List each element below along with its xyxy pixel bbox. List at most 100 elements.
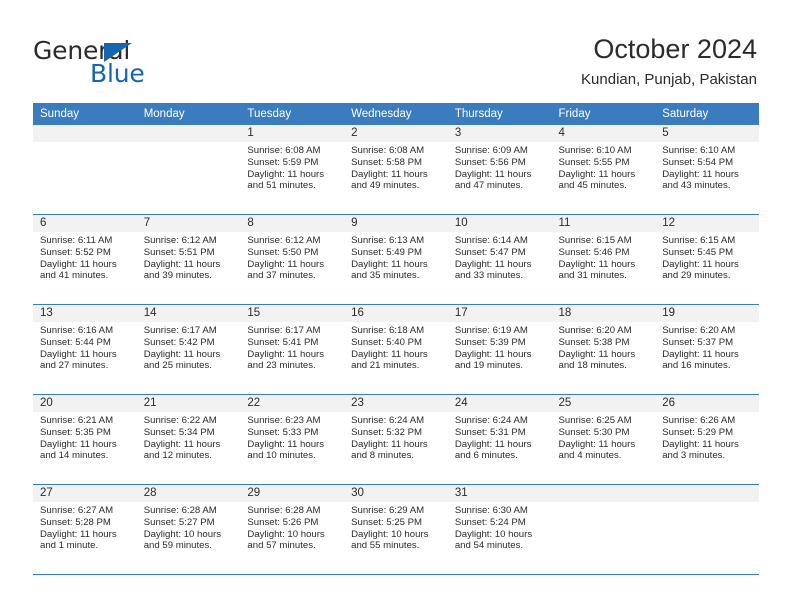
calendar-day-cell[interactable]: 14 Sunrise: 6:17 AM Sunset: 5:42 PM Dayligh… [136,304,241,395]
day-daylight-line1-text: Daylight: 10 hours [247,528,325,540]
day-sunset-text: Sunset: 5:35 PM [40,426,111,438]
day-sunrise-text: Sunrise: 6:24 AM [454,415,528,426]
day-sunrise-text: Sunrise: 6:28 AM [247,505,321,516]
day-details: Sunrise: 6:24 AM Sunset: 5:32 PM Daylight:… [344,412,448,462]
day-daylight-line2-text: and 18 minutes. [558,360,627,372]
day-sunset-text: Sunset: 5:26 PM [247,516,319,528]
day-daylight-line1-text: Daylight: 11 hours [558,258,636,270]
day-cell-inner: 25 Sunrise: 6:25 AM Sunset: 5:30 PM Dayligh… [551,395,656,484]
calendar-day-cell[interactable]: 9 Sunrise: 6:13 AM Sunset: 5:49 PM Daylight… [344,214,448,305]
day-sunrise-text: Sunrise: 6:11 AM [40,235,113,246]
day-sunrise-text: Sunrise: 6:19 AM [454,325,528,336]
calendar-day-cell[interactable]: 8 Sunrise: 6:12 AM Sunset: 5:50 PM Daylight… [240,214,345,305]
day-sunrise-text: Sunrise: 6:25 AM [558,415,632,426]
calendar-day-cell[interactable]: 3 Sunrise: 6:09 AM Sunset: 5:56 PM Daylight… [447,125,552,215]
calendar-day-cell[interactable]: 11 Sunrise: 6:15 AM Sunset: 5:46 PM Dayligh… [551,214,656,305]
day-sunset-text: Sunset: 5:27 PM [143,516,215,528]
calendar-day-cell[interactable]: 13 Sunrise: 6:16 AM Sunset: 5:44 PM Dayligh… [33,304,137,395]
calendar-day-cell[interactable]: 21 Sunrise: 6:22 AM Sunset: 5:34 PM Dayligh… [136,394,241,485]
day-cell-inner [551,485,656,574]
day-daylight-line2-text: and 27 minutes. [40,360,109,372]
calendar-day-cell[interactable]: 1 Sunrise: 6:08 AM Sunset: 5:59 PM Daylight… [240,125,345,215]
weekday-header-sunday: Sunday [33,103,137,125]
calendar-day-cell[interactable]: 18 Sunrise: 6:20 AM Sunset: 5:38 PM Dayligh… [551,304,656,395]
calendar-day-cell[interactable]: 31 Sunrise: 6:30 AM Sunset: 5:24 PM Dayligh… [447,484,552,575]
day-number: 21 [136,395,241,412]
calendar-day-cell[interactable]: 2 Sunrise: 6:08 AM Sunset: 5:58 PM Daylight… [344,125,448,215]
calendar-day-cell[interactable]: 10 Sunrise: 6:14 AM Sunset: 5:47 PM Dayligh… [447,214,552,305]
calendar-day-cell[interactable]: 30 Sunrise: 6:29 AM Sunset: 5:25 PM Dayligh… [344,484,448,575]
day-sunset-text: Sunset: 5:25 PM [351,516,423,528]
calendar-table: Sunday Monday Tuesday Wednesday Thursday Frid… [33,103,759,575]
calendar-week-row: 6 Sunrise: 6:11 AM Sunset: 5:52 PM Daylight… [33,214,759,305]
day-daylight-line2-text: and 54 minutes. [454,540,524,552]
calendar-day-cell[interactable]: 6 Sunrise: 6:11 AM Sunset: 5:52 PM Daylight… [33,214,137,305]
day-sunrise-text: Sunrise: 6:27 AM [40,505,114,516]
day-number: 19 [655,305,759,322]
day-number: 16 [344,305,448,322]
calendar-day-cell[interactable]: 4 Sunrise: 6:10 AM Sunset: 5:55 PM Daylight… [551,125,656,215]
day-details: Sunrise: 6:12 AM Sunset: 5:51 PM Daylight:… [137,232,241,282]
day-details: Sunrise: 6:23 AM Sunset: 5:33 PM Daylight:… [240,412,344,462]
day-number [33,125,137,142]
day-daylight-line1-text: Daylight: 11 hours [351,348,428,360]
generalblue-logo[interactable]: General Blue [33,36,253,92]
day-cell-inner: 18 Sunrise: 6:20 AM Sunset: 5:38 PM Dayligh… [551,305,656,394]
calendar-day-cell[interactable]: 7 Sunrise: 6:12 AM Sunset: 5:51 PM Daylight… [136,214,241,305]
day-daylight-line1-text: Daylight: 11 hours [143,258,221,270]
day-sunrise-text: Sunrise: 6:13 AM [351,235,425,246]
day-number: 9 [344,215,448,232]
day-cell-inner: 30 Sunrise: 6:29 AM Sunset: 5:25 PM Dayligh… [344,485,448,574]
page-header: General Blue October 2024 Kundian, Punja… [0,0,792,100]
calendar-day-cell[interactable]: 20 Sunrise: 6:21 AM Sunset: 5:35 PM Dayligh… [33,394,137,485]
day-sunrise-text: Sunrise: 6:30 AM [454,505,528,516]
day-sunrise-text: Sunrise: 6:28 AM [143,505,217,516]
calendar-day-cell[interactable]: 22 Sunrise: 6:23 AM Sunset: 5:33 PM Dayligh… [240,394,345,485]
calendar-day-cell[interactable]: 28 Sunrise: 6:28 AM Sunset: 5:27 PM Dayligh… [136,484,241,575]
calendar-day-cell[interactable]: 5 Sunrise: 6:10 AM Sunset: 5:54 PM Daylight… [655,125,759,215]
day-sunrise-text: Sunrise: 6:12 AM [143,235,217,246]
day-daylight-line1-text: Daylight: 11 hours [351,258,428,270]
day-cell-inner: 13 Sunrise: 6:16 AM Sunset: 5:44 PM Dayligh… [33,305,137,394]
calendar-day-cell[interactable]: 26 Sunrise: 6:26 AM Sunset: 5:29 PM Dayligh… [655,394,759,485]
day-details: Sunrise: 6:18 AM Sunset: 5:40 PM Daylight:… [344,322,448,372]
day-daylight-line2-text: and 6 minutes. [454,450,518,462]
day-daylight-line2-text: and 8 minutes. [351,450,415,462]
weekday-header-wednesday: Wednesday [344,103,448,125]
day-number [136,125,241,142]
day-sunset-text: Sunset: 5:38 PM [558,336,630,348]
day-daylight-line2-text: and 31 minutes. [558,270,627,282]
calendar-day-cell[interactable]: 15 Sunrise: 6:17 AM Sunset: 5:41 PM Dayligh… [240,304,345,395]
calendar-body: 1 Sunrise: 6:08 AM Sunset: 5:59 PM Daylight… [33,125,759,575]
calendar-day-cell[interactable]: 25 Sunrise: 6:25 AM Sunset: 5:30 PM Dayligh… [551,394,656,485]
day-sunset-text: Sunset: 5:46 PM [558,246,630,258]
calendar-day-cell-empty [551,484,656,575]
day-sunrise-text: Sunrise: 6:15 AM [558,235,632,246]
calendar-day-cell[interactable]: 12 Sunrise: 6:15 AM Sunset: 5:45 PM Dayligh… [655,214,759,305]
calendar-day-cell[interactable]: 29 Sunrise: 6:28 AM Sunset: 5:26 PM Dayligh… [240,484,345,575]
day-number: 1 [240,125,345,142]
day-sunrise-text: Sunrise: 6:08 AM [351,145,425,156]
calendar-day-cell[interactable]: 27 Sunrise: 6:27 AM Sunset: 5:28 PM Dayligh… [33,484,137,575]
calendar-day-cell[interactable]: 19 Sunrise: 6:20 AM Sunset: 5:37 PM Dayligh… [655,304,759,395]
day-sunrise-text: Sunrise: 6:08 AM [247,145,321,156]
day-daylight-line1-text: Daylight: 10 hours [351,528,429,540]
day-daylight-line2-text: and 16 minutes. [662,360,731,372]
calendar-day-cell[interactable]: 23 Sunrise: 6:24 AM Sunset: 5:32 PM Dayligh… [344,394,448,485]
day-details: Sunrise: 6:26 AM Sunset: 5:29 PM Daylight:… [655,412,759,462]
day-sunrise-text: Sunrise: 6:10 AM [558,145,632,156]
day-details: Sunrise: 6:08 AM Sunset: 5:59 PM Daylight:… [240,142,344,192]
day-daylight-line2-text: and 59 minutes. [143,540,212,552]
calendar-day-cell[interactable]: 16 Sunrise: 6:18 AM Sunset: 5:40 PM Dayligh… [344,304,448,395]
day-number: 10 [447,215,552,232]
day-daylight-line1-text: Daylight: 11 hours [247,168,325,180]
day-number: 7 [136,215,241,232]
day-cell-inner: 17 Sunrise: 6:19 AM Sunset: 5:39 PM Dayligh… [447,305,552,394]
day-details: Sunrise: 6:30 AM Sunset: 5:24 PM Daylight:… [448,502,552,552]
day-details: Sunrise: 6:24 AM Sunset: 5:31 PM Daylight:… [448,412,552,462]
day-details: Sunrise: 6:11 AM Sunset: 5:52 PM Daylight:… [33,232,137,282]
calendar-day-cell[interactable]: 24 Sunrise: 6:24 AM Sunset: 5:31 PM Dayligh… [447,394,552,485]
day-number: 3 [447,125,552,142]
calendar-day-cell[interactable]: 17 Sunrise: 6:19 AM Sunset: 5:39 PM Dayligh… [447,304,552,395]
day-number: 26 [655,395,759,412]
